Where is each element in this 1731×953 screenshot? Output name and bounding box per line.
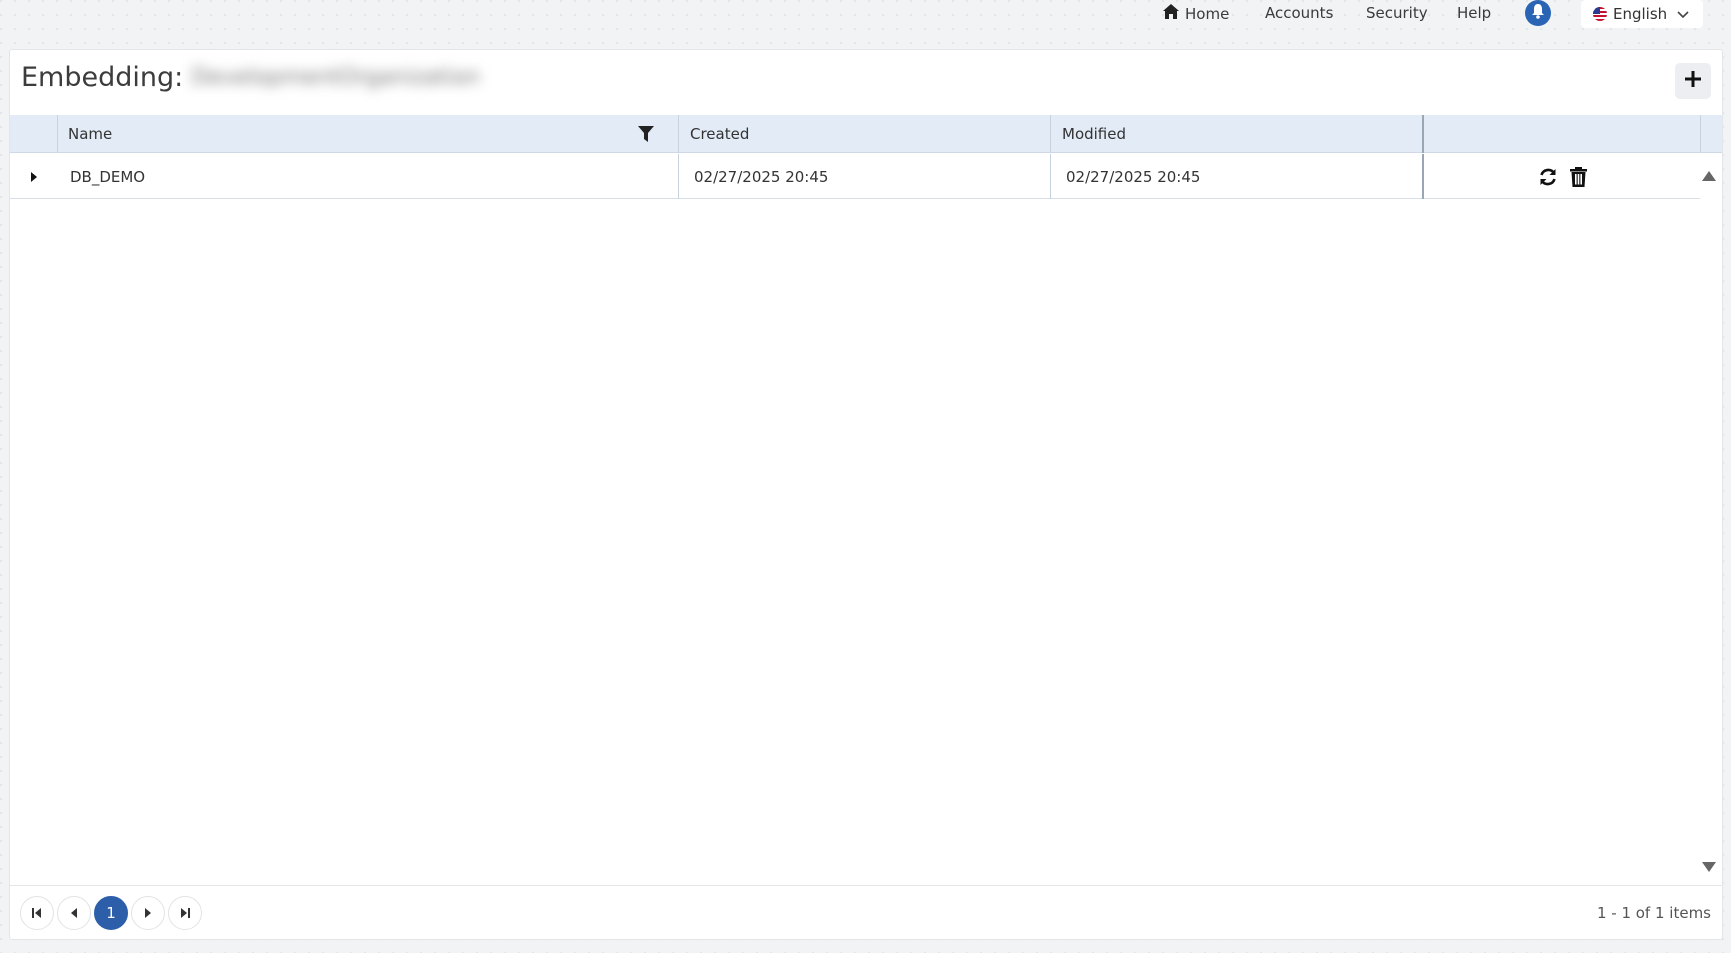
chevron-down-icon (1677, 5, 1689, 23)
pagination-info: 1 - 1 of 1 items (1596, 904, 1711, 922)
column-header-name[interactable]: Name (57, 115, 661, 153)
nav-home[interactable]: Home (1163, 4, 1229, 23)
filter-icon[interactable] (638, 126, 654, 142)
bell-icon (1531, 3, 1545, 23)
next-page-button[interactable] (131, 896, 165, 930)
pagination-bar: 1 1 - 1 of 1 items (10, 885, 1722, 939)
page-title: Embedding: DevelopmentOrganization (21, 62, 480, 93)
nav-security[interactable]: Security (1366, 4, 1428, 22)
language-selector[interactable]: English (1581, 0, 1703, 28)
column-header-modified-label: Modified (1062, 125, 1127, 143)
last-page-button[interactable] (168, 896, 202, 930)
column-header-scroll-spacer (1700, 115, 1722, 153)
home-icon (1163, 4, 1179, 23)
column-header-created-label: Created (690, 125, 750, 143)
first-page-icon (31, 904, 43, 923)
next-page-icon (143, 904, 153, 923)
us-flag-icon (1593, 7, 1607, 21)
page-number-button[interactable]: 1 (94, 896, 128, 930)
trash-icon[interactable] (1569, 166, 1587, 187)
add-button[interactable] (1675, 63, 1711, 99)
cell-actions (1422, 154, 1700, 199)
column-header-name-label: Name (68, 125, 113, 143)
column-header-created[interactable]: Created (678, 115, 1050, 153)
nav-home-label: Home (1185, 4, 1230, 23)
column-header-actions (1422, 115, 1700, 153)
row-expand-toggle[interactable] (10, 154, 57, 199)
nav-help[interactable]: Help (1457, 4, 1491, 22)
first-page-button[interactable] (20, 896, 54, 930)
scroll-down-arrow-icon[interactable] (1701, 858, 1717, 872)
cell-modified: 02/27/2025 20:45 (1050, 154, 1422, 199)
plus-icon (1685, 71, 1701, 91)
previous-page-icon (69, 904, 79, 923)
page-title-label: Embedding: (21, 62, 184, 93)
last-page-icon (179, 904, 191, 923)
refresh-icon[interactable] (1538, 167, 1558, 187)
caret-right-icon (30, 168, 38, 186)
cell-created: 02/27/2025 20:45 (678, 154, 1050, 199)
grid-header: Name Created Modified (10, 115, 1722, 153)
language-label: English (1613, 5, 1668, 23)
column-header-modified[interactable]: Modified (1050, 115, 1422, 153)
embedding-panel: Embedding: DevelopmentOrganization Name … (9, 49, 1723, 940)
notifications-button[interactable] (1525, 0, 1551, 26)
cell-name: DB_DEMO (70, 167, 146, 186)
top-navigation: Home Accounts Security Help English (0, 0, 1731, 48)
blurred-organization-name: DevelopmentOrganization (191, 64, 480, 90)
table-row[interactable]: DB_DEMO 02/27/2025 20:45 02/27/2025 20:4… (10, 154, 1700, 199)
scroll-up-arrow-icon[interactable] (1701, 167, 1717, 181)
nav-accounts[interactable]: Accounts (1265, 4, 1333, 22)
previous-page-button[interactable] (57, 896, 91, 930)
